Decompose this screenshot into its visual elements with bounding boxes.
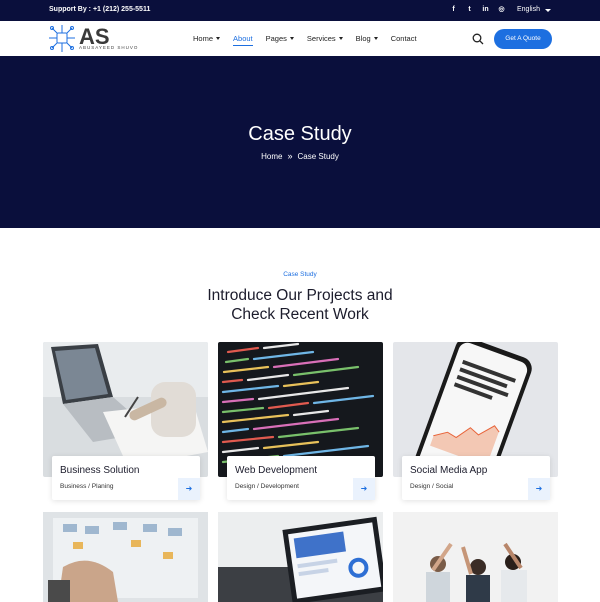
case-study-card[interactable]: Web Development Design / Development ➜ <box>218 342 383 507</box>
card-title[interactable]: Social Media App <box>410 465 487 476</box>
project-image[interactable] <box>218 512 383 602</box>
chevron-down-icon <box>216 37 221 40</box>
breadcrumb-separator: » <box>287 151 293 161</box>
chevron-down-icon <box>289 37 294 40</box>
breadcrumb: Home » Case Study <box>0 151 600 161</box>
section-title: Introduce Our Projects and Check Recent … <box>0 286 600 324</box>
arrow-right-icon[interactable]: ➜ <box>178 478 200 500</box>
facebook-icon[interactable]: f <box>449 5 458 15</box>
nav-item-label: Pages <box>265 34 287 43</box>
nav-item-label: Blog <box>355 34 371 43</box>
nav-item-label: About <box>233 34 253 43</box>
nav-item-home[interactable]: Home <box>193 34 221 43</box>
section-eyebrow: Case Study <box>283 271 317 278</box>
circuit-chip-icon <box>49 25 75 52</box>
chevron-down-icon <box>373 37 378 40</box>
chevron-down-icon <box>338 37 343 40</box>
project-image[interactable] <box>393 512 558 602</box>
main-navbar: AS ABUSAYEED SHUVO Home About Pages Serv… <box>0 21 600 56</box>
language-selector[interactable]: English <box>517 6 540 13</box>
instagram-icon[interactable]: ◎ <box>497 5 506 15</box>
linkedin-icon[interactable]: in <box>481 5 490 15</box>
arrow-right-icon[interactable]: ➜ <box>353 478 375 500</box>
breadcrumb-home-link[interactable]: Home <box>261 152 282 161</box>
project-image[interactable] <box>43 512 208 602</box>
card-category: Design / Development <box>235 483 299 490</box>
search-icon[interactable] <box>472 33 484 45</box>
card-category: Business / Planing <box>60 483 114 490</box>
nav-item-services[interactable]: Services <box>307 34 343 43</box>
case-study-card[interactable]: Social Media App Design / Social ➜ <box>393 342 558 507</box>
page-hero: Case Study Home » Case Study <box>0 56 600 228</box>
nav-item-label: Services <box>306 34 336 43</box>
arrow-right-icon[interactable]: ➜ <box>528 478 550 500</box>
case-study-card[interactable]: Business Solution Business / Planing ➜ <box>43 342 208 507</box>
chevron-down-icon[interactable] <box>545 9 551 12</box>
social-links: f t in ◎ <box>449 5 506 15</box>
twitter-icon[interactable]: t <box>465 5 474 15</box>
card-title[interactable]: Web Development <box>235 465 317 476</box>
card-title[interactable]: Business Solution <box>60 465 140 476</box>
nav-item-contact[interactable]: Contact <box>391 34 417 43</box>
nav-item-blog[interactable]: Blog <box>356 34 378 43</box>
page-title: Case Study <box>248 123 352 145</box>
support-phone[interactable]: Support By : +1 (212) 255-5511 <box>49 6 150 13</box>
nav-item-about[interactable]: About <box>233 34 253 46</box>
nav-item-label: Home <box>193 34 214 43</box>
section-title-line: Check Recent Work <box>231 306 369 323</box>
card-category: Design / Social <box>410 483 454 490</box>
main-nav: Home About Pages Services Blog Contact <box>193 34 430 46</box>
logo-subtext: ABUSAYEED SHUVO <box>79 45 139 50</box>
get-a-quote-button[interactable]: Get A Quote <box>494 29 552 49</box>
section-title-line: Introduce Our Projects and <box>207 287 393 304</box>
top-bar: Support By : +1 (212) 255-5511 f t in ◎ … <box>0 0 600 21</box>
nav-item-label: Contact <box>390 34 417 43</box>
nav-item-pages[interactable]: Pages <box>266 34 294 43</box>
breadcrumb-current: Case Study <box>297 152 339 161</box>
